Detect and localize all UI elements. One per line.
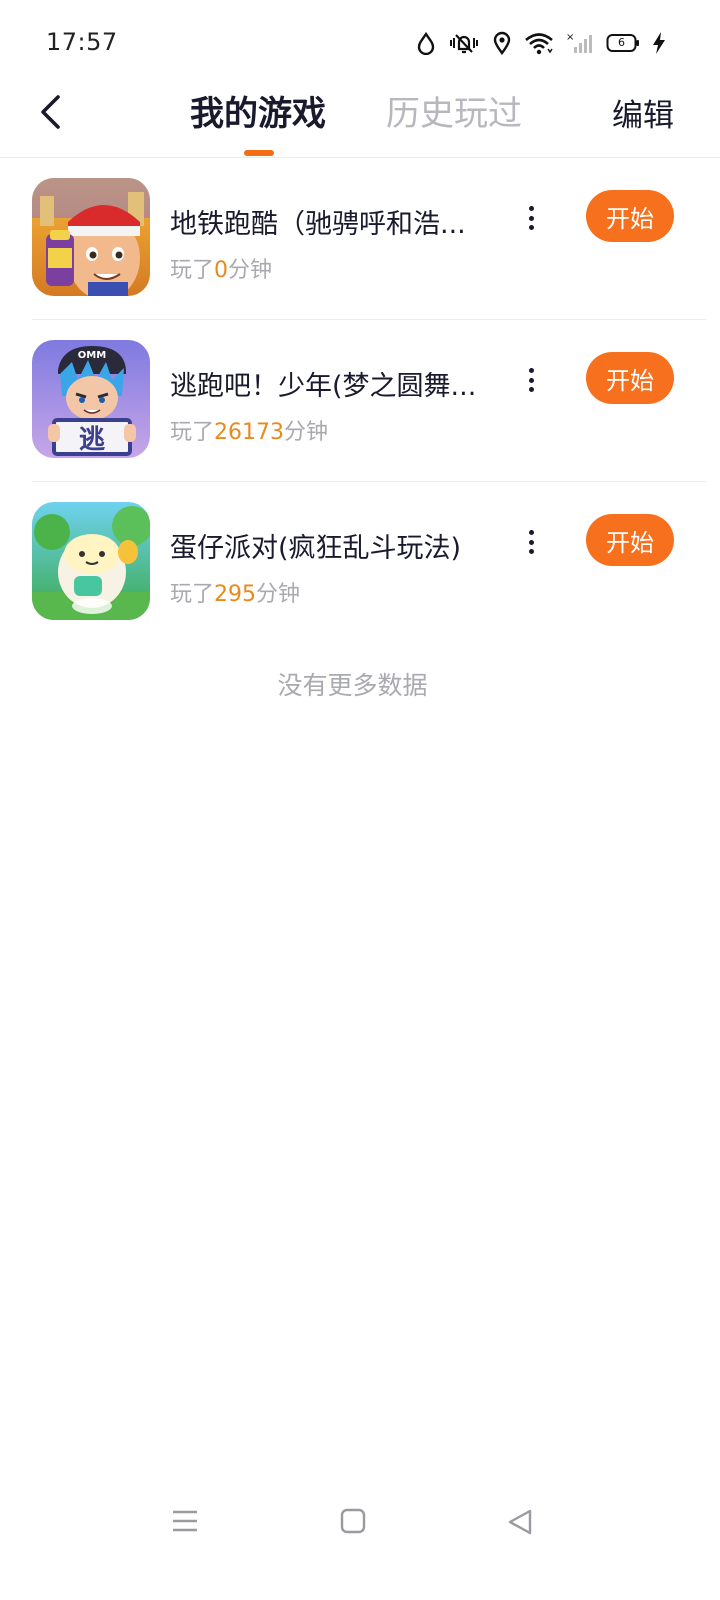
play-time-suffix: 分钟 bbox=[256, 582, 301, 607]
play-minutes: 26173 bbox=[214, 420, 285, 445]
play-time: 玩了26173分钟 bbox=[170, 414, 328, 446]
game-title: 蛋仔派对(疯狂乱斗玩法) bbox=[170, 533, 462, 564]
location-icon bbox=[492, 31, 512, 55]
status-time: 17:57 bbox=[46, 28, 118, 56]
status-icons: × 6 bbox=[416, 28, 666, 58]
water-drop-icon bbox=[416, 31, 436, 55]
game-title: 地铁跑酷（驰骋呼和浩... bbox=[170, 209, 466, 240]
chevron-left-icon bbox=[41, 95, 60, 129]
header: 我的游戏 历史玩过 编辑 bbox=[0, 80, 720, 158]
tab-history[interactable]: 历史玩过 bbox=[386, 86, 522, 135]
escape-cap-text: OMM bbox=[78, 350, 106, 361]
nav-bar bbox=[0, 1490, 720, 1560]
game-list: 地铁跑酷（驰骋呼和浩... 玩了0分钟 开始 逃 OMM 逃跑吧！少年(梦之圆舞… bbox=[0, 158, 720, 644]
start-button[interactable]: 开始 bbox=[586, 514, 674, 566]
eggy-party-icon[interactable] bbox=[32, 502, 150, 620]
list-item[interactable]: 地铁跑酷（驰骋呼和浩... 玩了0分钟 开始 bbox=[32, 158, 706, 320]
play-time-prefix: 玩了 bbox=[170, 258, 215, 283]
start-button[interactable]: 开始 bbox=[586, 190, 674, 242]
status-bar: 17:57 × 6 bbox=[0, 0, 720, 80]
wifi-icon bbox=[524, 31, 554, 55]
list-item[interactable]: 逃 OMM 逃跑吧！少年(梦之圆舞... 玩了26173分钟 开始 bbox=[32, 320, 706, 482]
escape-game-icon[interactable]: 逃 OMM bbox=[32, 340, 150, 458]
screen: 17:57 × 6 我的游戏 历史玩过 编辑 地铁跑酷（驰骋呼和浩... 玩了0… bbox=[0, 0, 720, 1600]
escape-badge-text: 逃 bbox=[79, 425, 105, 455]
battery-level: 6 bbox=[618, 36, 625, 49]
play-time: 玩了0分钟 bbox=[170, 252, 272, 284]
play-minutes: 295 bbox=[214, 582, 257, 607]
battery-icon: 6 bbox=[606, 33, 640, 53]
more-options-button[interactable] bbox=[516, 200, 546, 236]
tab-my-games[interactable]: 我的游戏 bbox=[190, 86, 326, 135]
play-time-prefix: 玩了 bbox=[170, 582, 215, 607]
no-more-data-text: 没有更多数据 bbox=[277, 671, 428, 700]
play-time-suffix: 分钟 bbox=[284, 420, 329, 445]
back-button[interactable] bbox=[30, 90, 70, 134]
play-time-suffix: 分钟 bbox=[228, 258, 273, 283]
edit-button[interactable]: 编辑 bbox=[612, 90, 674, 135]
menu-icon[interactable] bbox=[172, 1508, 198, 1538]
tab-indicator bbox=[244, 150, 274, 156]
charging-icon bbox=[652, 31, 666, 55]
play-minutes: 0 bbox=[214, 258, 229, 283]
svg-text:×: × bbox=[566, 32, 574, 43]
home-icon[interactable] bbox=[340, 1508, 366, 1538]
vibrate-icon bbox=[448, 31, 480, 55]
list-item[interactable]: 蛋仔派对(疯狂乱斗玩法) 玩了295分钟 开始 bbox=[32, 482, 706, 644]
more-options-button[interactable] bbox=[516, 362, 546, 398]
play-time: 玩了295分钟 bbox=[170, 576, 300, 608]
more-options-button[interactable] bbox=[516, 524, 546, 560]
start-button[interactable]: 开始 bbox=[586, 352, 674, 404]
back-triangle-icon[interactable] bbox=[506, 1508, 534, 1540]
subway-surfers-icon[interactable] bbox=[32, 178, 150, 296]
play-time-prefix: 玩了 bbox=[170, 420, 215, 445]
game-title: 逃跑吧！少年(梦之圆舞... bbox=[170, 371, 477, 402]
signal-icon: × bbox=[566, 31, 594, 55]
